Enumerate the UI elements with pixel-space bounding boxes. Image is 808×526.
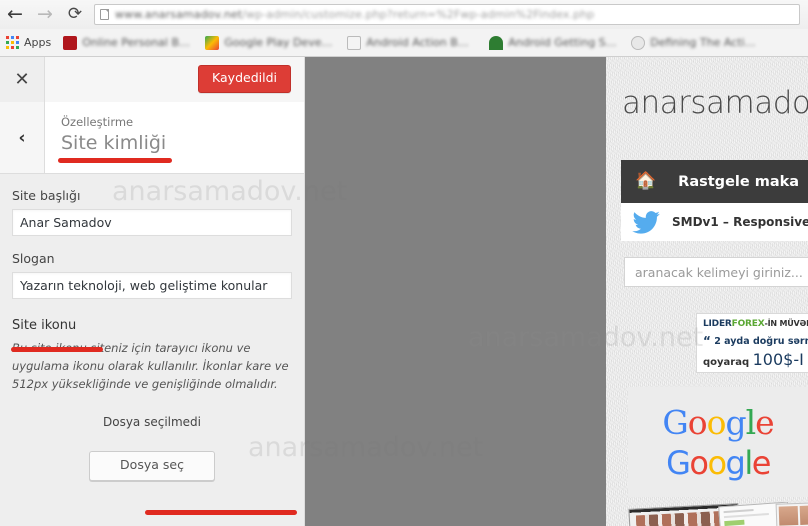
bookmarks-bar: Apps Online Personal Ba... Google Play D… bbox=[0, 29, 808, 56]
close-icon[interactable]: ✕ bbox=[0, 57, 45, 102]
thumbnail-photos bbox=[775, 502, 808, 526]
bookmark-label: Defining The Action... bbox=[650, 36, 760, 49]
site-title-input[interactable]: Anar Samadov bbox=[12, 209, 292, 236]
preview-bottom-thumbnail bbox=[624, 502, 808, 526]
address-bar-url-path: /wp-admin/customize.php?return=%2Fwp-adm… bbox=[242, 8, 595, 21]
preview-twitter-row: SMDv1 – Responsive bbox=[621, 203, 808, 241]
field-site-icon: Site ikonu Bu site ikonu siteniz için ta… bbox=[12, 314, 292, 481]
marker-underline-site-identity bbox=[58, 158, 172, 163]
field-site-title: Site başlığı Anar Samadov bbox=[12, 188, 292, 236]
choose-file-button[interactable]: Dosya seç bbox=[89, 451, 215, 481]
tagline-label: Slogan bbox=[12, 251, 55, 266]
ad-brand-forex: FOREX bbox=[731, 319, 765, 329]
bookmark-item[interactable]: Android Action Bar ... bbox=[347, 35, 476, 50]
customizer-content: Site başlığı Anar Samadov Slogan Yazarın… bbox=[0, 174, 304, 481]
choose-file-row: Dosya seç bbox=[12, 451, 292, 481]
home-icon[interactable]: 🏠 bbox=[635, 173, 656, 190]
field-tagline: Slogan Yazarın teknoloji, web geliştime … bbox=[12, 251, 292, 299]
preview-navbar: 🏠 Rastgele maka bbox=[621, 160, 808, 203]
browser-toolbar: ← → ⟳ www.anarsamadov.net/wp-admin/custo… bbox=[0, 0, 808, 29]
preview-search-input[interactable]: aranacak kelimeyi giriniz... bbox=[624, 257, 808, 287]
ad-brand-lider: LIDER bbox=[703, 319, 732, 329]
bookmark-item[interactable]: Google Play Develo... bbox=[205, 35, 334, 50]
bookmark-item[interactable]: Android Getting Sta... bbox=[489, 35, 618, 50]
twitter-post-title[interactable]: SMDv1 – Responsive bbox=[672, 215, 808, 229]
ad-amount: 100$-I bbox=[752, 350, 804, 369]
bookmark-label: Android Getting Sta... bbox=[508, 36, 618, 49]
apps-label: Apps bbox=[24, 36, 52, 49]
no-file-selected-text: Dosya seçilmedi bbox=[102, 415, 202, 430]
page-document-icon bbox=[100, 9, 109, 20]
apps-button[interactable]: Apps bbox=[6, 36, 51, 49]
customizer-panel: ✕ Kaydedildi ‹ Özelleştirme Site kimliği… bbox=[0, 57, 305, 526]
bookmark-favicon-icon bbox=[347, 35, 362, 50]
bookmark-favicon-icon bbox=[631, 35, 646, 50]
tagline-value: Yazarın teknoloji, web geliştime konular bbox=[20, 278, 268, 293]
twitter-bird-icon[interactable] bbox=[632, 210, 660, 234]
ad-headline-text: 2 ayda doğru sərmayə bbox=[714, 336, 808, 347]
ad-subline-prefix: qoyaraq bbox=[703, 357, 750, 368]
marker-underline-choose-file bbox=[145, 510, 297, 515]
nav-item-random-article[interactable]: Rastgele maka bbox=[678, 174, 799, 190]
site-preview-pane: anarsamado 🏠 Rastgele maka SMDv1 – Respo… bbox=[606, 57, 808, 526]
page-title: Site kimliği bbox=[61, 132, 167, 155]
address-bar[interactable]: www.anarsamadov.net/wp-admin/customize.p… bbox=[94, 4, 800, 25]
apps-grid-icon bbox=[6, 36, 19, 49]
bookmark-favicon-icon bbox=[63, 35, 78, 50]
site-logo: anarsamado bbox=[622, 85, 808, 121]
ad-subline: qoyaraq 100$-I bbox=[703, 350, 808, 369]
marker-underline-site-icon bbox=[11, 347, 103, 352]
site-title-label: Site başlığı bbox=[12, 188, 81, 203]
reload-icon[interactable]: ⟳ bbox=[60, 0, 90, 29]
bookmark-favicon-icon bbox=[205, 35, 220, 50]
screenshot-root: ← → ⟳ www.anarsamadov.net/wp-admin/custo… bbox=[0, 0, 808, 526]
address-bar-url: www.anarsamadov.net/wp-admin/customize.p… bbox=[115, 8, 595, 21]
forward-icon[interactable]: → bbox=[30, 0, 60, 29]
bookmark-item[interactable]: Online Personal Ba... bbox=[63, 35, 192, 50]
ad-brand-suffix: -İN MÜVƏFF bbox=[764, 319, 808, 328]
bookmark-label: Android Action Bar ... bbox=[366, 36, 476, 49]
chevron-left-icon[interactable]: ‹ bbox=[0, 102, 45, 173]
bookmark-label: Google Play Develo... bbox=[224, 36, 334, 49]
google-logo-block: Google Google bbox=[628, 387, 808, 497]
customizer-header: ✕ Kaydedildi bbox=[0, 57, 304, 102]
browser-chrome: ← → ⟳ www.anarsamadov.net/wp-admin/custo… bbox=[0, 0, 808, 57]
ad-banner[interactable]: LIDERFOREX-İN MÜVƏFF “ 2 ayda doğru sərm… bbox=[696, 313, 808, 373]
dimmed-overlay-region bbox=[305, 57, 606, 526]
customizer-section-header: ‹ Özelleştirme Site kimliği bbox=[0, 102, 304, 174]
back-icon[interactable]: ← bbox=[0, 0, 30, 29]
site-title-value: Anar Samadov bbox=[20, 215, 112, 230]
google-logo-sans: Google bbox=[666, 443, 771, 482]
site-icon-label: Site ikonu bbox=[12, 318, 77, 333]
search-placeholder: aranacak kelimeyi giriniz... bbox=[635, 264, 803, 280]
save-button[interactable]: Kaydedildi bbox=[198, 65, 291, 93]
ad-headline: “ 2 ayda doğru sərmayə bbox=[703, 334, 808, 348]
breadcrumb: Özelleştirme bbox=[61, 115, 134, 129]
customizer-header-actions: Kaydedildi bbox=[45, 57, 304, 102]
tagline-input[interactable]: Yazarın teknoloji, web geliştime konular bbox=[12, 272, 292, 299]
bookmark-item[interactable]: Defining The Action... bbox=[631, 35, 760, 50]
page-body: anarsamado 🏠 Rastgele maka SMDv1 – Respo… bbox=[0, 57, 808, 526]
ad-brand-line: LIDERFOREX-İN MÜVƏFF bbox=[703, 319, 808, 329]
bookmark-label: Online Personal Ba... bbox=[82, 36, 192, 49]
bookmark-favicon-icon bbox=[489, 35, 504, 50]
ad-quote-mark: “ bbox=[703, 334, 711, 348]
google-logo-serif: Google bbox=[662, 402, 774, 442]
